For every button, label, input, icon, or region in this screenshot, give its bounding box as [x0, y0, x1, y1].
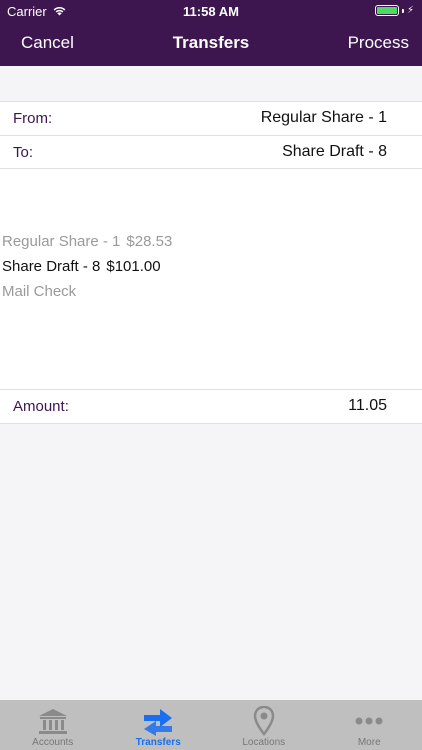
transfer-form: From: Regular Share - 1 To: Share Draft …	[0, 66, 422, 424]
account-picker[interactable]: Regular Share - 1 $28.53 Share Draft - 8 $…	[2, 229, 172, 304]
tab-label: Transfers	[135, 737, 181, 748]
tab-bar: Accounts Transfers Locations More	[0, 700, 422, 750]
account-name: Regular Share - 1	[2, 233, 121, 250]
tab-locations[interactable]: Locations	[211, 700, 317, 750]
to-label: To:	[13, 144, 34, 161]
tab-more[interactable]: More	[317, 700, 422, 750]
account-name: Share Draft - 8	[2, 258, 101, 275]
nav-bar: Cancel Transfers Process	[0, 22, 422, 66]
location-pin-icon	[253, 706, 275, 736]
amount-row[interactable]: Amount: 11.05	[0, 389, 422, 424]
to-value: Share Draft - 8	[282, 143, 387, 160]
tab-accounts[interactable]: Accounts	[0, 700, 106, 750]
account-option-mail-check[interactable]: Mail Check	[2, 279, 172, 304]
header: Carrier 11:58 AM ⚡ Cancel Transfers Proc…	[0, 0, 422, 66]
status-bar: Carrier 11:58 AM ⚡	[0, 0, 422, 22]
transfer-arrows-icon	[142, 706, 174, 736]
from-value: Regular Share - 1	[260, 109, 387, 126]
account-name: Mail Check	[2, 283, 77, 300]
tab-label: Accounts	[32, 737, 74, 748]
battery-tip	[401, 8, 404, 13]
from-row[interactable]: From: Regular Share - 1	[0, 101, 422, 135]
charging-bolt-icon: ⚡	[406, 5, 414, 16]
status-right: ⚡	[374, 5, 414, 16]
account-option-share-draft[interactable]: Share Draft - 8 $101.00	[2, 254, 172, 279]
tab-label: Locations	[242, 737, 286, 748]
bank-icon	[36, 706, 70, 736]
tab-label: More	[357, 737, 381, 748]
account-option-regular-share[interactable]: Regular Share - 1 $28.53	[2, 229, 172, 254]
battery-icon	[374, 5, 399, 16]
from-label: From:	[13, 110, 53, 127]
account-balance: $28.53	[126, 233, 173, 250]
amount-label: Amount:	[13, 398, 69, 415]
to-row[interactable]: To: Share Draft - 8	[0, 135, 422, 169]
more-dots-icon	[355, 706, 383, 736]
section-spacer	[0, 66, 422, 101]
status-time: 11:58 AM	[183, 4, 239, 19]
account-balance: $101.00	[106, 258, 161, 275]
tab-transfers[interactable]: Transfers	[106, 700, 212, 750]
amount-field[interactable]: 11.05	[348, 397, 387, 415]
process-button[interactable]: Process	[348, 33, 409, 53]
